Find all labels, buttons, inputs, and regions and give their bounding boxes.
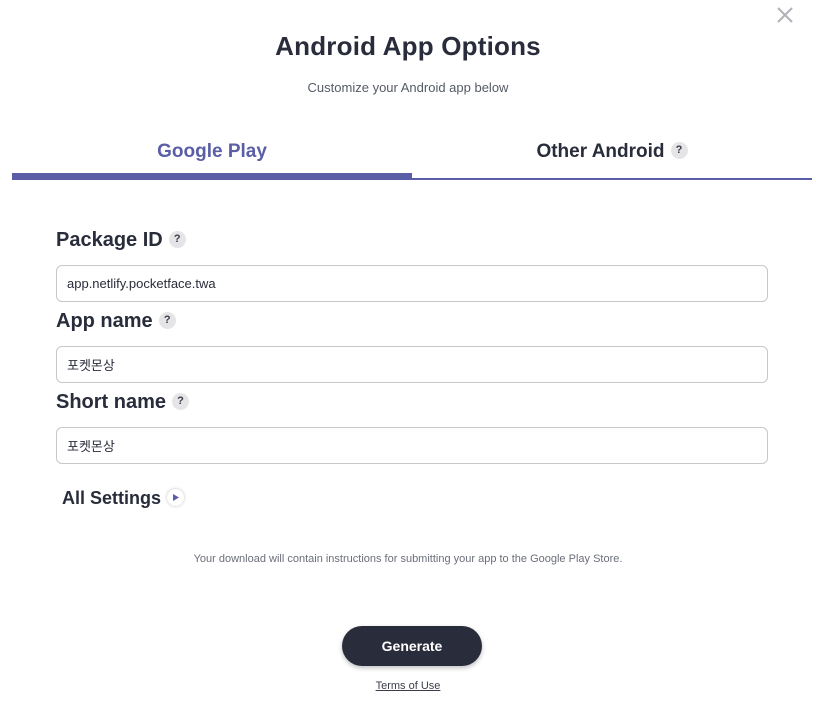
generate-button[interactable]: Generate	[342, 626, 482, 666]
tab-other-android-label: Other Android	[536, 141, 665, 162]
help-icon[interactable]: ?	[168, 231, 186, 249]
help-icon[interactable]: ?	[172, 393, 190, 411]
dialog-subtitle: Customize your Android app below	[307, 80, 509, 95]
short-name-label: Short name?	[56, 391, 190, 414]
app-name-label: App name?	[56, 310, 176, 333]
dialog-title: Android App Options	[275, 31, 541, 61]
help-icon[interactable]: ?	[670, 142, 688, 160]
platform-tabs: Google Play Other Android?	[12, 128, 812, 182]
package-id-label-text: Package ID	[56, 229, 163, 251]
android-options-dialog: Android App Options Customize your Andro…	[0, 0, 816, 714]
tab-google-play[interactable]: Google Play	[12, 128, 412, 180]
package-id-label: Package ID?	[56, 229, 186, 252]
tab-google-play-label: Google Play	[157, 141, 267, 162]
app-name-input[interactable]	[56, 346, 768, 383]
chevron-right-icon	[167, 488, 185, 506]
terms-container: Terms of Use	[0, 680, 816, 692]
app-name-label-text: App name	[56, 310, 153, 332]
terms-of-use-link[interactable]: Terms of Use	[376, 680, 441, 692]
short-name-input[interactable]	[56, 427, 768, 464]
short-name-label-text: Short name	[56, 391, 167, 413]
help-icon[interactable]: ?	[158, 312, 176, 330]
tab-other-android[interactable]: Other Android?	[412, 128, 812, 180]
download-note: Your download will contain instructions …	[193, 553, 623, 565]
all-settings-label: All Settings	[62, 488, 162, 508]
close-icon	[777, 7, 793, 23]
all-settings-toggle[interactable]: All Settings	[62, 488, 185, 509]
package-id-input[interactable]	[56, 265, 768, 302]
close-button[interactable]	[774, 4, 796, 26]
active-tab-indicator	[12, 173, 412, 179]
